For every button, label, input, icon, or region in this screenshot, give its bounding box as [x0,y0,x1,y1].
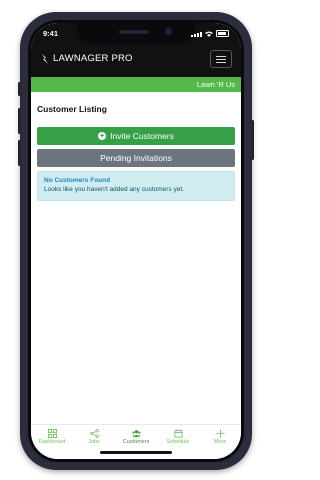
volume-up-button [18,108,21,134]
home-indicator[interactable] [100,451,172,454]
alert-message: Looks like you haven't added any custome… [44,186,184,193]
main-content: Customer Listing + Invite Customers Pend… [31,92,241,425]
alert-title: No Customers Found [44,177,111,184]
nav-more[interactable]: More [199,425,241,459]
nav-more-label: More [213,439,227,445]
notch [77,23,195,43]
status-time: 9:41 [43,29,59,38]
share-icon [89,429,99,438]
empty-state-alert: No Customers Found Looks like you haven'… [37,171,235,201]
pending-invitations-button[interactable]: Pending Invitations [37,149,235,167]
invite-customers-label: Invite Customers [110,131,174,141]
app-screen: 9:41 LAWNAGER PRO Lawn 'R Us Customer Li… [31,23,241,459]
plus-circle-icon: + [98,131,107,140]
hamburger-menu-button[interactable] [210,50,232,68]
camera [165,28,172,35]
page-title: Customer Listing [37,104,107,114]
power-button [251,120,254,160]
volume-down-button [18,140,21,166]
pending-invitations-label: Pending Invitations [100,153,172,163]
nav-dashboard-label: Dashboard [38,439,66,445]
mute-switch [18,82,21,96]
nav-jobs-label: Jobs [88,439,100,445]
grid-icon [47,429,57,438]
status-icons [191,30,229,37]
company-bar: Lawn 'R Us [31,77,241,92]
signal-icon [191,32,202,37]
nav-schedule-label: Schedule [166,439,190,445]
phone-frame: 9:41 LAWNAGER PRO Lawn 'R Us Customer Li… [18,12,254,470]
brand-name: LAWNAGER PRO [53,53,133,64]
app-header: 9:41 LAWNAGER PRO [31,23,241,77]
nav-dashboard[interactable]: Dashboard [31,425,73,459]
calendar-icon [173,429,183,438]
brand[interactable]: LAWNAGER PRO [41,53,133,64]
speaker [119,30,149,34]
people-icon [131,430,141,438]
logo-icon [42,53,48,64]
company-name[interactable]: Lawn 'R Us [197,80,235,89]
battery-icon [216,30,229,37]
nav-customers-label: Customers [122,439,150,445]
wifi-icon [205,31,213,37]
plus-icon [215,429,225,438]
phone-bezel: 9:41 LAWNAGER PRO Lawn 'R Us Customer Li… [28,20,244,462]
invite-customers-button[interactable]: + Invite Customers [37,127,235,145]
